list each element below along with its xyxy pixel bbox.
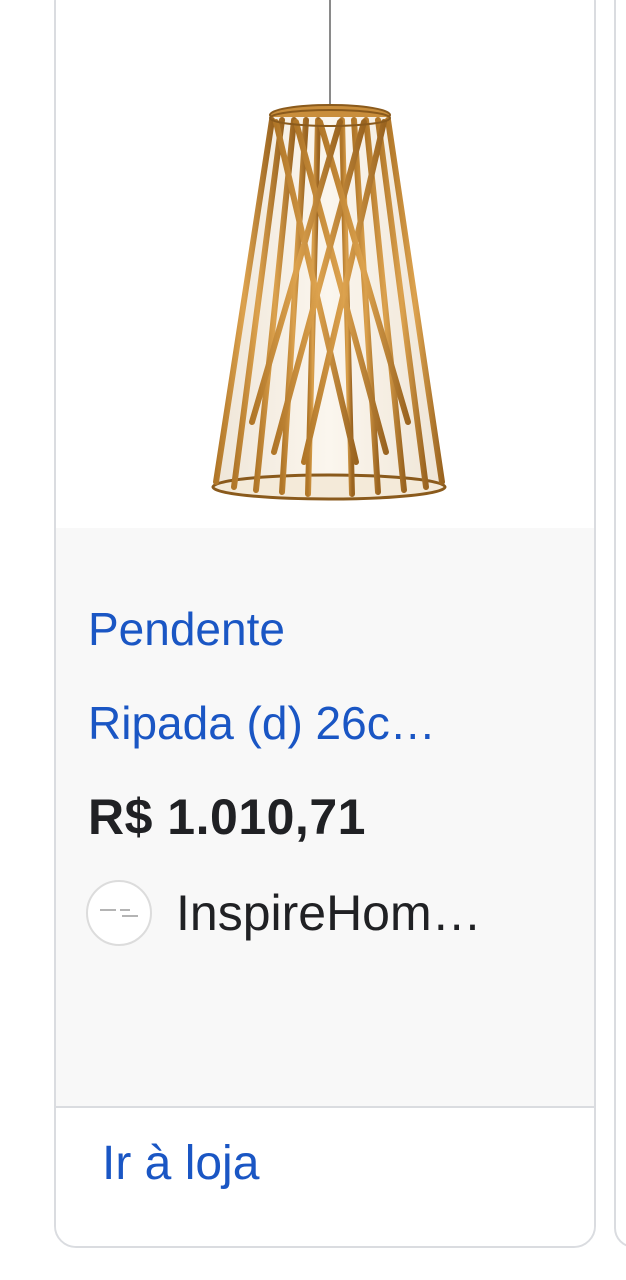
go-to-store-link[interactable]: Ir à loja xyxy=(102,1136,259,1191)
merchant-info: InspireHom… xyxy=(86,878,482,948)
pendant-lamp-image xyxy=(211,0,447,501)
product-title-link[interactable]: Pendente Ripada (d) 26c… xyxy=(88,582,578,770)
card-action-area: Ir à loja xyxy=(56,1108,594,1246)
next-product-card-edge[interactable] xyxy=(614,0,626,1248)
inspire-home-logo-icon xyxy=(86,880,152,946)
product-title-line2[interactable]: Ripada (d) 26c… xyxy=(88,676,578,770)
product-title-line1[interactable]: Pendente xyxy=(88,582,578,676)
product-card[interactable]: Pendente Ripada (d) 26c… R$ 1.010,71 Ins… xyxy=(54,0,596,1248)
product-image[interactable] xyxy=(56,0,594,528)
product-price: R$ 1.010,71 xyxy=(88,789,366,845)
product-info[interactable]: Pendente Ripada (d) 26c… R$ 1.010,71 Ins… xyxy=(56,528,594,1106)
merchant-name: InspireHom… xyxy=(176,885,482,941)
